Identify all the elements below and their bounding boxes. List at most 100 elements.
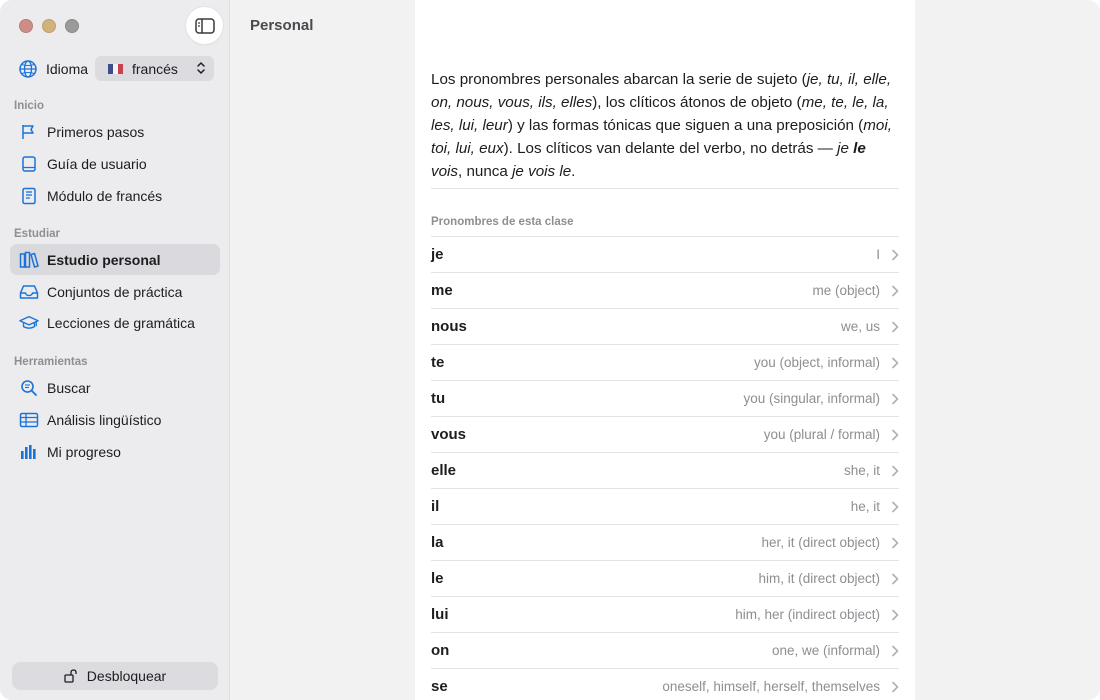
table-icon	[19, 412, 39, 427]
pronoun-meaning: one, we (informal)	[771, 643, 880, 658]
pronoun-row-le[interactable]: le him, it (direct object)	[431, 560, 899, 596]
chevron-right-icon	[892, 501, 899, 513]
search-icon	[21, 379, 37, 396]
chevron-right-icon	[892, 249, 899, 261]
flag-icon	[22, 124, 34, 139]
pronoun-meaning: he, it	[850, 499, 880, 514]
pronoun-meaning: her, it (direct object)	[761, 535, 880, 550]
pronoun-meaning: oneself, himself, herself, themselves	[662, 679, 880, 694]
pronoun-row-me[interactable]: me me (object)	[431, 272, 899, 308]
pronoun-row-elle[interactable]: elle she, it	[431, 452, 899, 488]
book-icon	[22, 155, 36, 172]
books-icon	[19, 251, 39, 268]
pronoun-word: lui	[431, 606, 449, 623]
unlock-button[interactable]: Desbloquear	[12, 662, 218, 690]
sidebar-item-guia-de-usuario[interactable]: Guía de usuario	[10, 148, 220, 179]
sidebar-item-label: Estudio personal	[47, 251, 161, 268]
french-flag-icon	[108, 63, 123, 74]
pronoun-row-se[interactable]: se oneself, himself, herself, themselves	[431, 668, 899, 700]
pronoun-row-vous[interactable]: vous you (plural / formal)	[431, 416, 899, 452]
pronoun-row-on[interactable]: on one, we (informal)	[431, 632, 899, 668]
pronoun-meaning: me (object)	[812, 283, 880, 298]
chevron-right-icon	[892, 393, 899, 405]
unlock-icon	[64, 669, 77, 683]
pronoun-row-il[interactable]: il he, it	[431, 488, 899, 524]
pronoun-word: on	[431, 642, 450, 659]
pronoun-word: il	[431, 498, 440, 515]
zoom-button[interactable]	[65, 19, 79, 33]
sidebar-toggle-button[interactable]	[186, 7, 223, 44]
sidebar-item-label: Módulo de francés	[47, 187, 163, 204]
chevron-right-icon	[892, 357, 899, 369]
pronoun-row-nous[interactable]: nous we, us	[431, 308, 899, 344]
pronoun-row-tu[interactable]: tu you (singular, informal)	[431, 380, 899, 416]
chevron-right-icon	[892, 573, 899, 585]
pronoun-word: le	[431, 570, 444, 587]
pronoun-meaning: him, her (indirect object)	[735, 607, 880, 622]
chevron-right-icon	[892, 537, 899, 549]
chevron-right-icon	[892, 609, 899, 621]
pronoun-row-la[interactable]: la her, it (direct object)	[431, 524, 899, 560]
chevron-right-icon	[892, 285, 899, 297]
pronoun-list: je Ime me (object) nous we, us te you (object,…	[431, 236, 899, 700]
sidebar: Idioma francés Inicio Primeros pasos Guí…	[0, 0, 230, 700]
section-title-herramientas: Herramientas	[14, 356, 88, 368]
pronoun-row-te[interactable]: te you (object, informal)	[431, 344, 899, 380]
language-label: Idioma	[46, 61, 89, 77]
pronoun-word: se	[431, 678, 448, 695]
pronoun-word: elle	[431, 462, 457, 479]
pronoun-word: nous	[431, 318, 467, 335]
pronoun-word: la	[431, 534, 444, 551]
pronoun-meaning: I	[876, 247, 880, 262]
chevron-right-icon	[892, 681, 899, 693]
module-book-icon	[22, 187, 36, 204]
sidebar-item-label: Lecciones de gramática	[47, 314, 195, 331]
sidebar-item-primeros-pasos[interactable]: Primeros pasos	[10, 116, 220, 147]
graduation-cap-icon	[19, 315, 39, 329]
main-content: Los pronombres personales abarcan la ser…	[415, 0, 915, 700]
chevron-right-icon	[892, 465, 899, 477]
chevron-up-down-icon	[197, 62, 205, 74]
sidebar-item-modulo-de-frances[interactable]: Módulo de francés	[10, 180, 220, 211]
section-title-inicio: Inicio	[14, 100, 45, 112]
sidebar-item-label: Primeros pasos	[47, 123, 145, 140]
sidebar-item-estudio-personal[interactable]: Estudio personal	[10, 244, 220, 275]
pronoun-meaning: you (plural / formal)	[763, 427, 880, 442]
pronoun-word: me	[431, 282, 453, 299]
intro-paragraph: Los pronombres personales abarcan la ser…	[431, 71, 892, 180]
sidebar-item-conjuntos-de-practica[interactable]: Conjuntos de práctica	[10, 276, 220, 307]
sidebar-item-label: Análisis lingüístico	[47, 411, 162, 428]
chart-icon	[21, 444, 36, 459]
window-controls	[19, 19, 79, 33]
pronoun-meaning: him, it (direct object)	[758, 571, 880, 586]
app-window: Idioma francés Inicio Primeros pasos Guí…	[0, 0, 1100, 700]
language-select[interactable]: francés	[95, 56, 214, 81]
sidebar-item-mi-progreso[interactable]: Mi progreso	[10, 436, 220, 467]
sidebar-item-analisis-linguistico[interactable]: Análisis lingüístico	[10, 404, 220, 435]
chevron-right-icon	[892, 429, 899, 441]
sidebar-item-label: Mi progreso	[47, 443, 121, 460]
sidebar-item-label: Buscar	[47, 379, 91, 396]
pronoun-word: tu	[431, 390, 446, 407]
pronoun-word: vous	[431, 426, 467, 443]
sidebar-item-label: Conjuntos de práctica	[47, 283, 183, 300]
section-title-estudiar: Estudiar	[14, 228, 61, 240]
close-button[interactable]	[19, 19, 33, 33]
pronoun-meaning: you (object, informal)	[753, 355, 880, 370]
sidebar-item-buscar[interactable]: Buscar	[10, 372, 220, 403]
globe-icon	[19, 60, 37, 78]
chevron-right-icon	[892, 645, 899, 657]
minimize-button[interactable]	[42, 19, 56, 33]
sidebar-item-label: Guía de usuario	[47, 155, 147, 172]
divider	[431, 188, 899, 189]
pronoun-meaning: we, us	[840, 319, 880, 334]
pronoun-row-je[interactable]: je I	[431, 236, 899, 272]
sidebar-item-lecciones-de-gramatica[interactable]: Lecciones de gramática	[10, 307, 220, 338]
language-row: Idioma francés	[18, 56, 214, 82]
pronoun-meaning: she, it	[843, 463, 880, 478]
chevron-right-icon	[892, 321, 899, 333]
pronoun-row-lui[interactable]: lui him, her (indirect object)	[431, 596, 899, 632]
pronoun-meaning: you (singular, informal)	[743, 391, 880, 406]
page-title: Personal	[250, 17, 314, 34]
pronoun-word: je	[431, 246, 444, 263]
